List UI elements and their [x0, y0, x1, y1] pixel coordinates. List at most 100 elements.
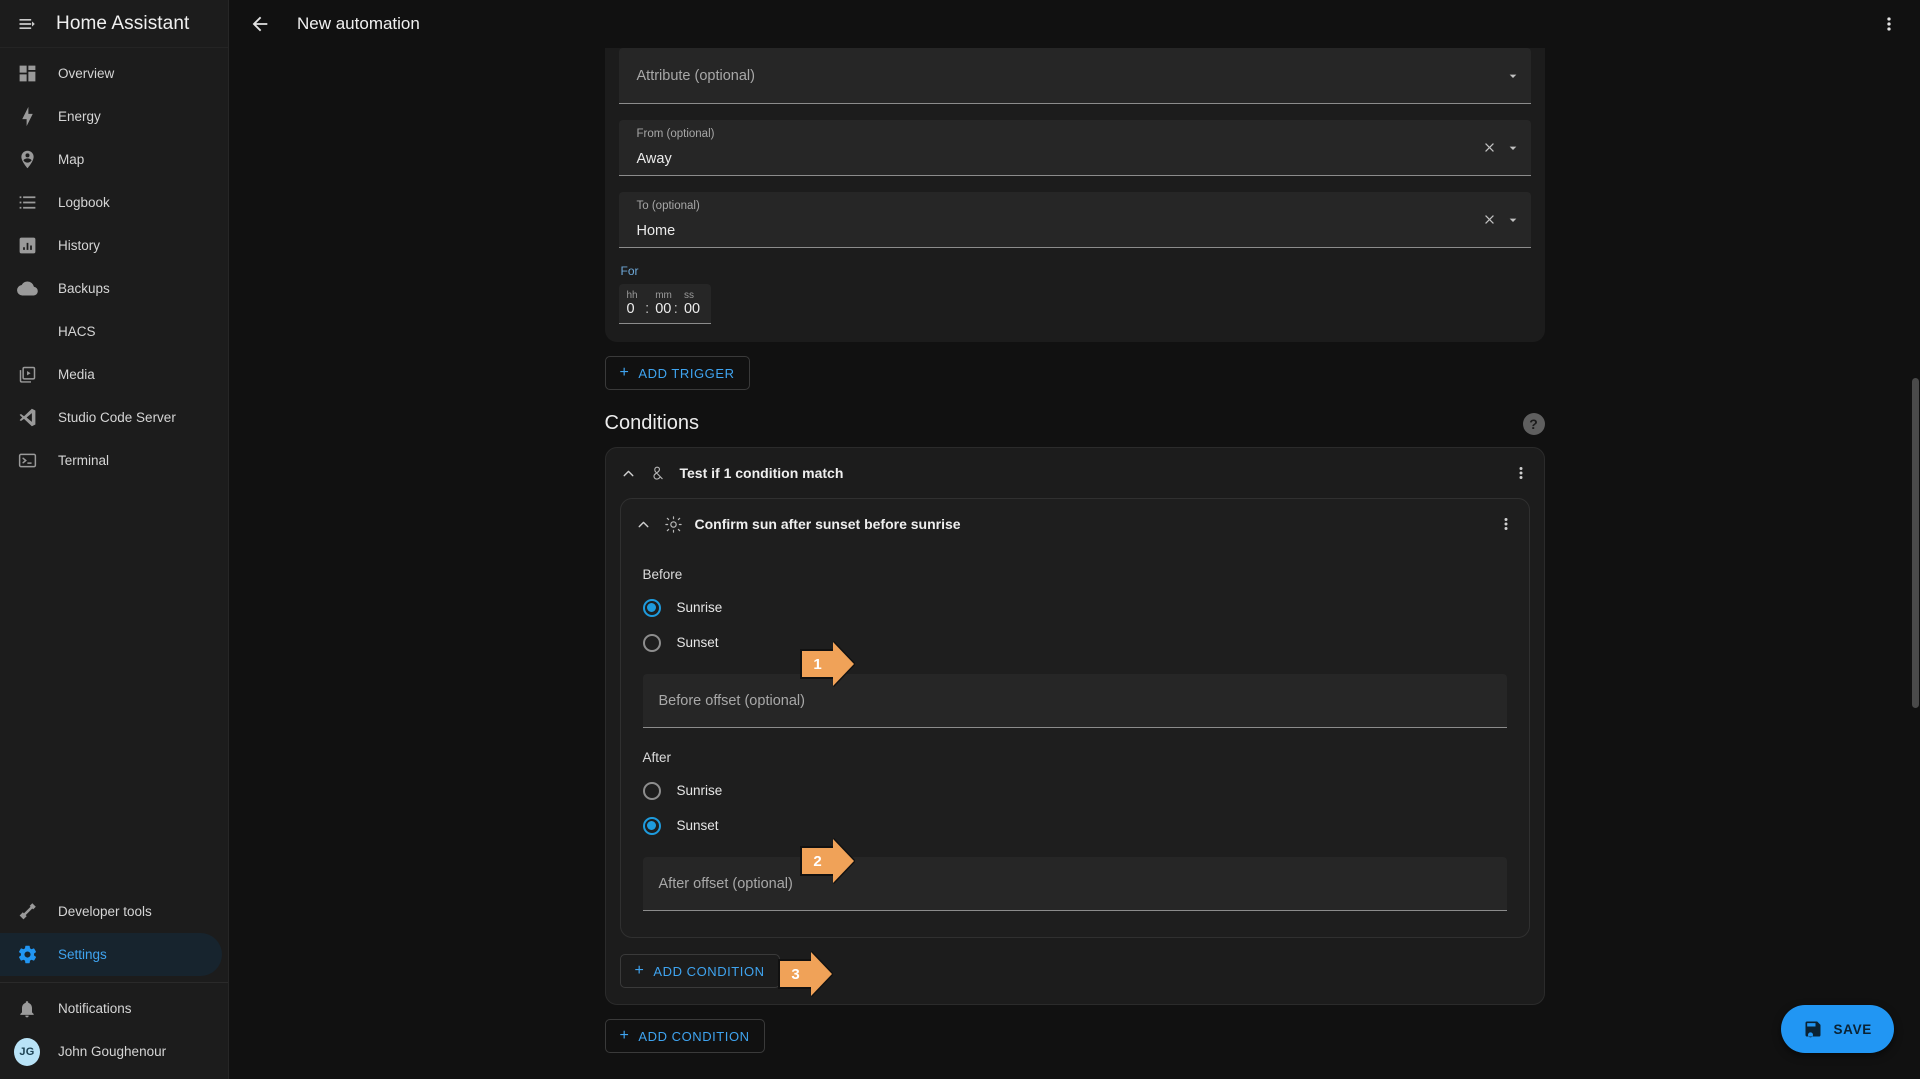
- attribute-field-actions: [1505, 68, 1521, 84]
- add-trigger-button[interactable]: + ADD TRIGGER: [604, 356, 750, 390]
- sidebar-header: Home Assistant: [0, 0, 228, 48]
- console-icon: [14, 448, 40, 474]
- sidebar-item-backups[interactable]: Backups: [0, 267, 222, 310]
- close-icon[interactable]: [1482, 212, 1497, 227]
- sidebar-item-label: Terminal: [58, 453, 110, 468]
- duration-header-sep: [645, 290, 655, 301]
- sidebar-item-user[interactable]: JG John Goughenour: [0, 1030, 222, 1073]
- radio-indicator: [642, 633, 661, 652]
- save-label: SAVE: [1833, 1021, 1872, 1037]
- format-list-bulleted-icon: [14, 190, 40, 216]
- sidebar-item-label: Logbook: [58, 195, 110, 210]
- duration-values: 0 : 00 : 00: [627, 301, 703, 317]
- close-icon[interactable]: [1482, 140, 1497, 155]
- sidebar-item-studio-code-server[interactable]: Studio Code Server: [0, 396, 222, 439]
- chevron-up-icon[interactable]: [620, 465, 637, 482]
- arrow-left-icon[interactable]: [243, 7, 277, 41]
- vscode-icon: [14, 405, 40, 431]
- to-field-label: To (optional): [636, 200, 700, 212]
- after-sunset-radio[interactable]: Sunset: [642, 808, 1507, 843]
- sidebar-item-logbook[interactable]: Logbook: [0, 181, 222, 224]
- app-title: Home Assistant: [56, 12, 190, 34]
- from-field-value: Away: [636, 151, 672, 167]
- ampersand-icon: [649, 464, 668, 483]
- sidebar-item-energy[interactable]: Energy: [0, 95, 222, 138]
- duration-separator: :: [673, 301, 678, 317]
- chevron-up-icon[interactable]: [635, 516, 652, 533]
- inner-add-condition-row: + ADD CONDITION: [606, 938, 1544, 990]
- sidebar-item-notifications[interactable]: Notifications: [0, 987, 222, 1030]
- plus-icon: +: [634, 962, 645, 979]
- chevron-down-icon[interactable]: [1505, 68, 1521, 84]
- duration-hh-value[interactable]: 0: [627, 301, 646, 317]
- conditions-section-header: Conditions ?: [605, 412, 1545, 435]
- before-sunset-radio[interactable]: Sunset: [642, 625, 1507, 660]
- sidebar-nav: Overview Energy Map Logbook History Back…: [0, 48, 228, 482]
- sun-condition-title: Confirm sun after sunset before sunrise: [694, 516, 961, 532]
- outer-add-condition-button[interactable]: + ADD CONDITION: [604, 1019, 765, 1053]
- inner-add-condition-button[interactable]: + ADD CONDITION: [619, 954, 780, 988]
- conditions-title: Conditions: [604, 412, 700, 434]
- help-circle-icon[interactable]: ?: [1522, 412, 1545, 435]
- duration-separator: :: [645, 301, 650, 317]
- condition-group-header[interactable]: Test if 1 condition match: [606, 448, 1544, 498]
- hacs-icon: [14, 319, 40, 345]
- duration-ss-value[interactable]: 00: [684, 301, 703, 317]
- sidebar-divider: [0, 982, 228, 983]
- sidebar-item-terminal[interactable]: Terminal: [0, 439, 222, 482]
- sidebar-item-settings[interactable]: Settings: [0, 933, 222, 976]
- dots-vertical-icon[interactable]: [1495, 513, 1517, 535]
- avatar: JG: [14, 1037, 40, 1066]
- plus-icon: +: [619, 1027, 630, 1044]
- duration-header-sep: [674, 290, 684, 301]
- scrollbar-thumb[interactable]: [1912, 378, 1919, 708]
- condition-group-card: Test if 1 condition match Confirm sun af…: [604, 447, 1545, 1005]
- duration-hh-header: hh: [626, 290, 638, 301]
- cog-icon: [14, 942, 40, 968]
- for-duration-input[interactable]: hh mm ss 0 : 00 : 00: [618, 284, 711, 324]
- inner-add-condition-label: ADD CONDITION: [653, 963, 765, 979]
- radio-indicator: [642, 816, 661, 835]
- sidebar-item-label: HACS: [58, 324, 96, 339]
- sidebar-item-label: Energy: [58, 109, 101, 124]
- condition-group-title: Test if 1 condition match: [679, 465, 844, 481]
- chevron-down-icon[interactable]: [1505, 140, 1521, 156]
- chevron-down-icon[interactable]: [1505, 212, 1521, 228]
- sun-condition-header[interactable]: Confirm sun after sunset before sunrise: [621, 499, 1529, 549]
- content-scroll-area[interactable]: Attribute (optional) From (optional) Awa…: [229, 48, 1920, 1079]
- sidebar-item-label: Developer tools: [58, 904, 152, 919]
- top-app-bar: New automation: [229, 0, 1920, 48]
- sidebar-item-map[interactable]: Map: [0, 138, 222, 181]
- before-offset-placeholder: Before offset (optional): [658, 692, 805, 709]
- after-sunrise-radio[interactable]: Sunrise: [642, 773, 1507, 808]
- view-dashboard-icon: [14, 61, 40, 87]
- from-field[interactable]: From (optional) Away: [618, 120, 1531, 176]
- dots-vertical-icon[interactable]: [1872, 7, 1906, 41]
- radio-indicator: [642, 781, 661, 800]
- play-box-multiple-icon: [14, 362, 40, 388]
- to-field[interactable]: To (optional) Home: [618, 192, 1531, 248]
- attribute-field[interactable]: Attribute (optional): [618, 48, 1531, 104]
- sidebar-item-label: Overview: [58, 66, 115, 81]
- sidebar-item-developer-tools[interactable]: Developer tools: [0, 890, 222, 933]
- duration-mm-value[interactable]: 00: [655, 301, 674, 317]
- menu-collapse-icon[interactable]: [12, 9, 42, 39]
- lightning-bolt-icon: [14, 104, 40, 130]
- bell-icon: [14, 996, 40, 1022]
- duration-ss-header: ss: [683, 290, 694, 301]
- sidebar-item-history[interactable]: History: [0, 224, 222, 267]
- outer-add-condition-label: ADD CONDITION: [638, 1028, 750, 1044]
- to-field-value: Home: [636, 223, 676, 239]
- before-offset-field[interactable]: Before offset (optional): [642, 674, 1507, 728]
- after-offset-field[interactable]: After offset (optional): [642, 857, 1507, 911]
- dots-vertical-icon[interactable]: [1510, 462, 1532, 484]
- scrollbar-track[interactable]: [1911, 48, 1920, 1079]
- content-save-icon: [1803, 1019, 1823, 1039]
- sidebar-item-label: Media: [58, 367, 95, 382]
- sidebar-item-media[interactable]: Media: [0, 353, 222, 396]
- before-sunrise-radio[interactable]: Sunrise: [642, 590, 1507, 625]
- sidebar-item-overview[interactable]: Overview: [0, 52, 222, 95]
- sidebar-item-hacs[interactable]: HACS: [0, 310, 222, 353]
- save-button[interactable]: SAVE: [1781, 1005, 1894, 1053]
